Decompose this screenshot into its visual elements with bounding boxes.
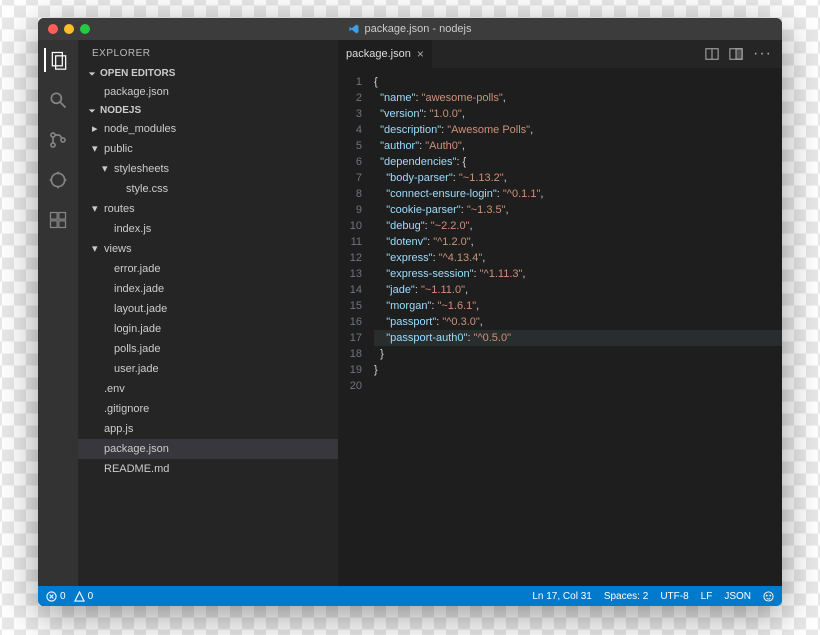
tree-file[interactable]: user.jade [78,359,338,379]
tree-file[interactable]: index.jade [78,279,338,299]
code-line[interactable]: "body-parser": "~1.13.2", [374,170,782,186]
chevron-down-icon: ▾ [92,241,100,257]
project-section[interactable]: NODEJS [78,102,338,119]
sidebar: EXPLORER OPEN EDITORS package.json NODEJ… [78,40,338,586]
code-editor[interactable]: 1234567891011121314151617181920 { "name"… [338,68,782,586]
tree-folder[interactable]: ▸node_modules [78,119,338,139]
chevron-down-icon [88,107,96,115]
code-line[interactable]: "connect-ensure-login": "^0.1.1", [374,186,782,202]
tree-file[interactable]: error.jade [78,259,338,279]
editor-group: package.json × ··· 123456789101112131415… [338,40,782,586]
line-gutter: 1234567891011121314151617181920 [338,68,370,586]
window-title: package.json - nodejs [364,23,471,35]
status-indent[interactable]: Spaces: 2 [604,591,648,602]
status-warnings[interactable]: 0 [74,591,94,602]
activity-bar [38,40,78,586]
extensions-activity[interactable] [46,208,70,232]
main-area: EXPLORER OPEN EDITORS package.json NODEJ… [38,40,782,586]
code-line[interactable]: "debug": "~2.2.0", [374,218,782,234]
code-lines[interactable]: { "name": "awesome-polls", "version": "1… [370,68,782,586]
tree-file[interactable]: .gitignore [78,399,338,419]
tree-folder[interactable]: ▾public [78,139,338,159]
tree-file[interactable]: .env [78,379,338,399]
code-line[interactable]: } [374,362,782,378]
tree-file[interactable]: polls.jade [78,339,338,359]
tab-package-json[interactable]: package.json × [338,40,433,68]
status-eol[interactable]: LF [701,591,713,602]
tree-file[interactable]: layout.jade [78,299,338,319]
code-line[interactable]: "express": "^4.13.4", [374,250,782,266]
close-tab-icon[interactable]: × [417,47,424,61]
search-activity[interactable] [46,88,70,112]
status-encoding[interactable]: UTF-8 [660,591,688,602]
code-line[interactable]: } [374,346,782,362]
sidebar-title: EXPLORER [78,40,338,65]
tab-label: package.json [346,48,411,60]
traffic-lights [38,24,90,34]
source-control-activity[interactable] [46,128,70,152]
code-line[interactable]: "cookie-parser": "~1.3.5", [374,202,782,218]
code-line[interactable]: "name": "awesome-polls", [374,90,782,106]
tree-folder[interactable]: ▾views [78,239,338,259]
tree-file[interactable]: style.css [78,179,338,199]
open-editors-section[interactable]: OPEN EDITORS [78,65,338,82]
status-bar: 0 0 Ln 17, Col 31 Spaces: 2 UTF-8 LF JSO… [38,586,782,606]
chevron-down-icon: ▾ [92,201,100,217]
status-language[interactable]: JSON [724,591,751,602]
code-line[interactable]: "dotenv": "^1.2.0", [374,234,782,250]
code-line[interactable]: "passport-auth0": "^0.5.0" [374,330,782,346]
status-cursor[interactable]: Ln 17, Col 31 [532,591,592,602]
titlebar: package.json - nodejs [38,18,782,40]
tree-folder[interactable]: ▾routes [78,199,338,219]
tree-folder[interactable]: ▾stylesheets [78,159,338,179]
smiley-feedback-icon[interactable] [763,591,774,602]
close-window-button[interactable] [48,24,58,34]
chevron-right-icon: ▸ [92,121,100,137]
chevron-down-icon [88,70,96,78]
more-actions-icon[interactable]: ··· [753,45,772,63]
chevron-down-icon: ▾ [92,141,100,157]
tab-bar: package.json × ··· [338,40,782,68]
tree-file[interactable]: app.js [78,419,338,439]
status-errors[interactable]: 0 [46,591,66,602]
code-line[interactable]: "version": "1.0.0", [374,106,782,122]
explorer-activity[interactable] [44,48,70,72]
code-line[interactable]: "jade": "~1.11.0", [374,282,782,298]
code-line[interactable]: "morgan": "~1.6.1", [374,298,782,314]
code-line[interactable]: "express-session": "^1.11.3", [374,266,782,282]
zoom-window-button[interactable] [80,24,90,34]
code-line[interactable]: "author": "Auth0", [374,138,782,154]
debug-activity[interactable] [46,168,70,192]
code-line[interactable]: { [374,74,782,90]
tree-file[interactable]: package.json [78,439,338,459]
split-editor-icon[interactable] [729,47,743,61]
code-line[interactable]: "dependencies": { [374,154,782,170]
chevron-down-icon: ▾ [102,161,110,177]
code-line[interactable]: "description": "Awesome Polls", [374,122,782,138]
split-right-preview-icon[interactable] [705,47,719,61]
tree-file[interactable]: login.jade [78,319,338,339]
open-editor-item[interactable]: package.json [78,82,338,102]
minimize-window-button[interactable] [64,24,74,34]
tree-file[interactable]: README.md [78,459,338,479]
vscode-icon [348,23,360,35]
code-line[interactable]: "passport": "^0.3.0", [374,314,782,330]
code-line[interactable] [374,378,782,394]
tree-file[interactable]: index.js [78,219,338,239]
app-window: package.json - nodejs EXPLORER OPEN EDIT… [38,18,782,606]
